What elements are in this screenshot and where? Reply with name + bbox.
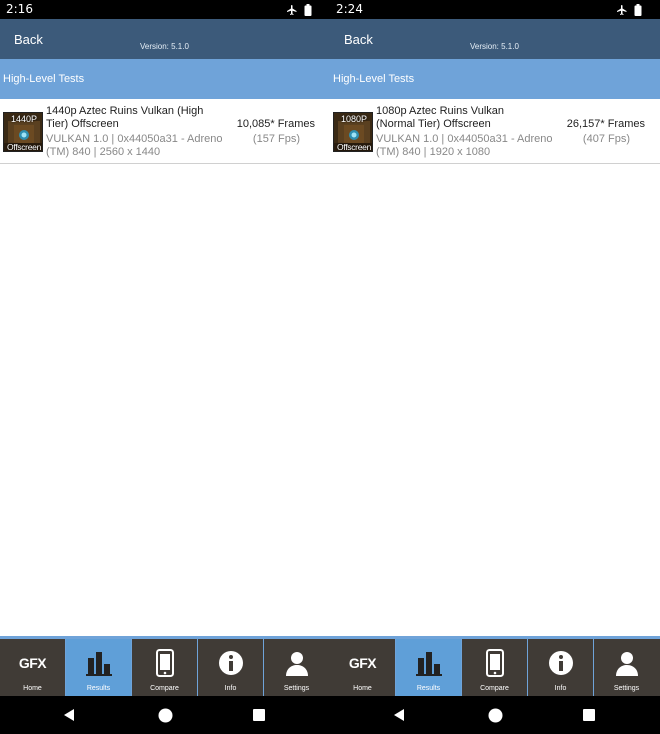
airplane-mode-icon [617, 4, 627, 15]
tab-label: Compare [150, 685, 179, 692]
test-title: 1080p Aztec Ruins Vulkan (Normal Tier) O… [376, 105, 505, 130]
bottom-tab-bar: GFX Home Results Compare Info Settings [330, 636, 660, 696]
test-thumbnail: 1080P Offscreen [333, 112, 373, 152]
airplane-mode-icon [287, 4, 297, 15]
app-bar: Back Version: 5.1.0 [0, 19, 330, 59]
person-icon [615, 652, 638, 676]
phone-icon [155, 649, 174, 677]
tab-home[interactable]: GFX Home [0, 639, 65, 696]
gfx-logo-icon: GFX [18, 655, 47, 671]
circle-home-icon [158, 708, 172, 722]
triangle-back-icon [64, 709, 74, 721]
score-fps: (407 Fps) [582, 133, 630, 145]
section-title: High-Level Tests [333, 73, 415, 85]
tab-info[interactable]: Info [198, 639, 263, 696]
screen-left: 2:16 Back Version: 5.1.0 High-Level Test… [0, 0, 330, 734]
bar-chart-icon [85, 652, 112, 676]
result-row[interactable]: 1440P Offscreen 1440p Aztec Ruins Vulkan… [0, 99, 330, 164]
section-header: High-Level Tests [330, 59, 660, 99]
thumbnail-offscreen: Offscreen [7, 142, 41, 152]
tab-label: Info [224, 685, 237, 692]
status-time: 2:24 [336, 2, 363, 16]
system-nav-bar [0, 696, 330, 734]
phone-icon [485, 649, 504, 677]
status-bar: 2:24 [330, 0, 660, 19]
test-title: 1440p Aztec Ruins Vulkan (High Tier) Off… [46, 105, 204, 130]
score-frames: 26,157* Frames [566, 118, 645, 130]
tab-results[interactable]: Results [66, 639, 131, 696]
circle-home-icon [488, 708, 502, 722]
tab-info[interactable]: Info [528, 639, 593, 696]
back-button[interactable]: Back [344, 32, 373, 47]
nav-back-button[interactable] [390, 706, 408, 724]
score-frames: 10,085* Frames [236, 118, 315, 130]
battery-icon [634, 3, 642, 16]
info-icon [218, 651, 243, 675]
score-fps: (157 Fps) [252, 133, 300, 145]
square-recents-icon [583, 709, 595, 721]
nav-recents-button[interactable] [580, 706, 598, 724]
system-nav-bar [330, 696, 660, 734]
tab-label: Info [554, 685, 567, 692]
gfx-logo-icon: GFX [348, 655, 377, 671]
thumbnail-resolution: 1080P [340, 114, 368, 124]
nav-home-button[interactable] [486, 706, 504, 724]
thumbnail-resolution: 1440P [10, 114, 38, 124]
tab-settings[interactable]: Settings [264, 639, 330, 696]
person-icon [285, 652, 308, 676]
tab-results[interactable]: Results [396, 639, 461, 696]
tab-label: Settings [283, 685, 310, 692]
nav-back-button[interactable] [60, 706, 78, 724]
result-row[interactable]: 1080P Offscreen 1080p Aztec Ruins Vulkan… [330, 99, 660, 164]
nav-home-button[interactable] [156, 706, 174, 724]
test-meta: VULKAN 1.0 | 0x44050a31 - Adreno (TM) 84… [376, 133, 553, 158]
bar-chart-icon [415, 652, 442, 676]
bottom-tab-bar: GFX Home Results Compare Info Settings [0, 636, 330, 696]
triangle-back-icon [394, 709, 404, 721]
tab-compare[interactable]: Compare [132, 639, 197, 696]
status-time: 2:16 [6, 2, 33, 16]
test-meta: VULKAN 1.0 | 0x44050a31 - Adreno (TM) 84… [46, 133, 223, 158]
tab-settings[interactable]: Settings [594, 639, 660, 696]
tab-label: Results [86, 685, 111, 692]
tab-compare[interactable]: Compare [462, 639, 527, 696]
thumbnail-offscreen: Offscreen [337, 142, 371, 152]
screen-right: 2:24 Back Version: 5.1.0 High-Level Test… [330, 0, 660, 734]
tab-label: Home [353, 685, 372, 692]
tab-label: Results [416, 685, 441, 692]
version-label: Version: 5.1.0 [140, 42, 189, 51]
test-thumbnail: 1440P Offscreen [3, 112, 43, 152]
tab-home[interactable]: GFX Home [330, 639, 395, 696]
tab-label: Home [23, 685, 42, 692]
status-bar: 2:16 [0, 0, 330, 19]
battery-icon [304, 3, 312, 16]
tab-label: Settings [613, 685, 640, 692]
section-title: High-Level Tests [3, 73, 85, 85]
section-header: High-Level Tests [0, 59, 330, 99]
tab-label: Compare [480, 685, 509, 692]
app-bar: Back Version: 5.1.0 [330, 19, 660, 59]
info-icon [548, 651, 573, 675]
nav-recents-button[interactable] [250, 706, 268, 724]
square-recents-icon [253, 709, 265, 721]
dual-screen-container: 2:16 Back Version: 5.1.0 High-Level Test… [0, 0, 660, 734]
version-label: Version: 5.1.0 [470, 42, 519, 51]
back-button[interactable]: Back [14, 32, 43, 47]
